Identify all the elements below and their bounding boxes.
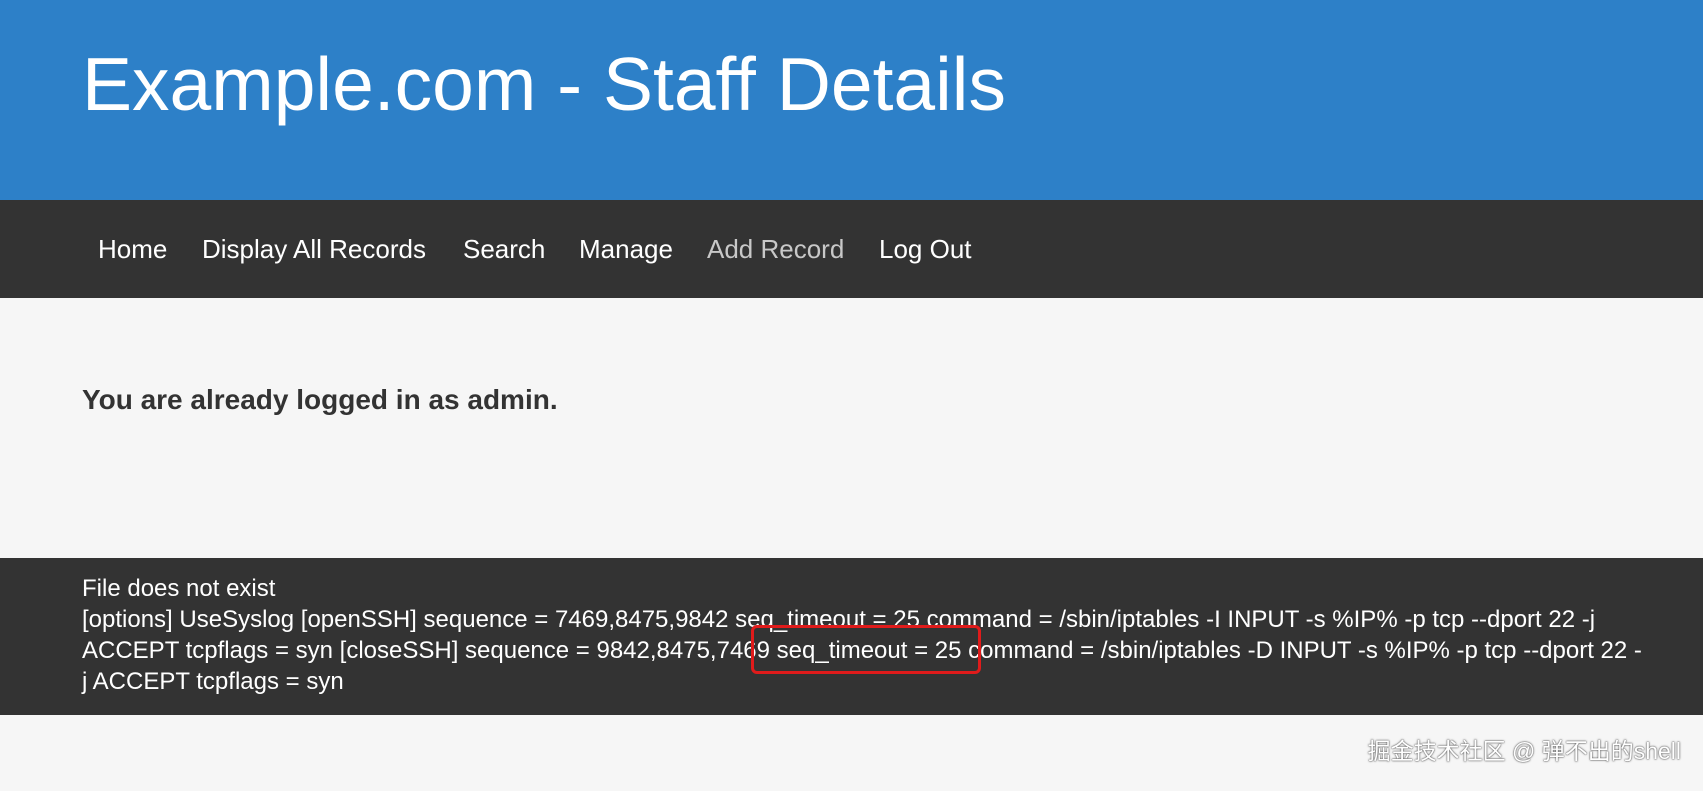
watermark-text: 掘金技术社区 @ 弹不出的shell (1367, 738, 1681, 764)
main-nav: Home Display All Records Search Manage A… (0, 200, 1703, 298)
nav-log-out-link[interactable]: Log Out (879, 232, 972, 266)
site-header: Example.com - Staff Details (0, 0, 1703, 200)
nav-home-link[interactable]: Home (98, 232, 167, 266)
page-title: Example.com - Staff Details (82, 42, 1006, 126)
highlight-annotation-box (751, 625, 981, 674)
nav-display-all-records-link[interactable]: Display All Records (202, 232, 426, 266)
login-status-message: You are already logged in as admin. (82, 384, 558, 415)
nav-add-record-link[interactable]: Add Record (707, 232, 844, 266)
file-status-line: File does not exist (82, 575, 276, 602)
nav-manage-link[interactable]: Manage (579, 232, 673, 266)
nav-search-link[interactable]: Search (463, 232, 545, 266)
